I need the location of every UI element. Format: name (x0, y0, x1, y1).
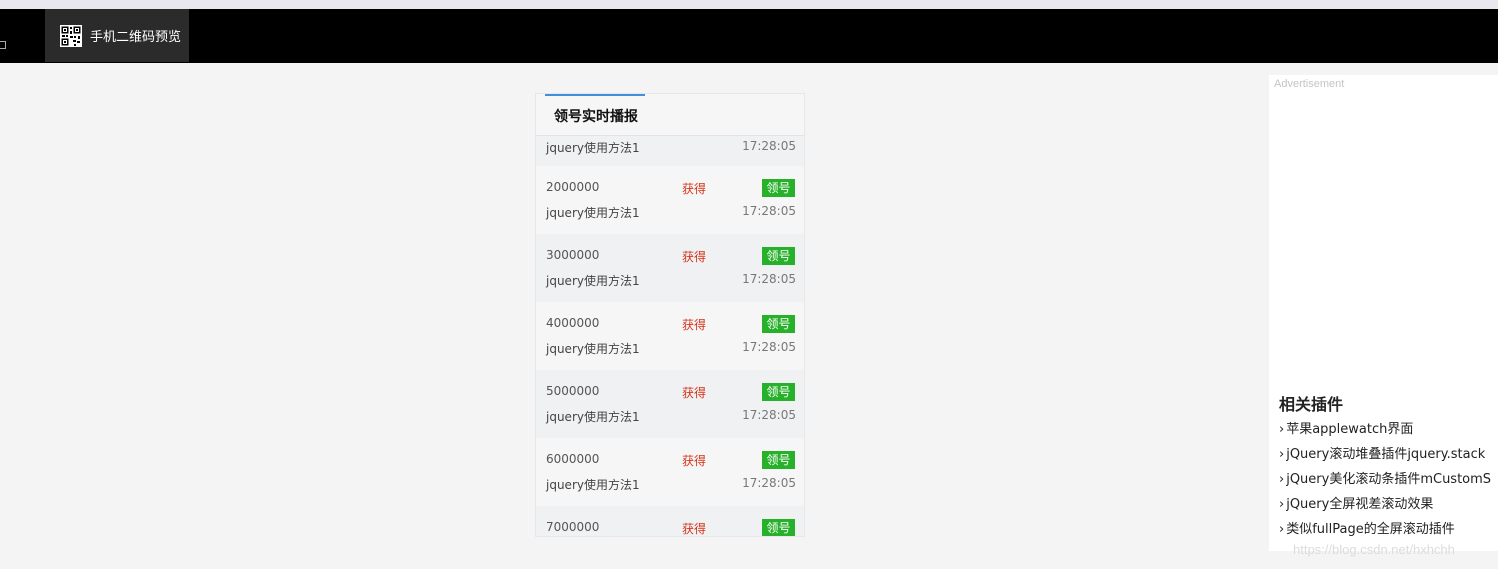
item-time: 17:28:05 (742, 139, 796, 153)
qr-preview-label: 手机二维码预览 (90, 30, 182, 45)
item-name: jquery使用方法1 (546, 206, 640, 220)
list-item: 7000000 获得 领号 (536, 506, 804, 536)
list-item: 5000000 获得 领号 jquery使用方法1 17:28:05 (536, 370, 804, 438)
sidebar: Advertisement 相关插件 › 苹果applewatch界面 › jQue… (1269, 75, 1498, 551)
related-plugin-link[interactable]: › 类似fullPage的全屏滚动插件 (1279, 518, 1491, 543)
item-time: 17:28:05 (742, 476, 796, 490)
top-toolbar: 手机二维码预览 (0, 9, 1498, 63)
related-plugin-link[interactable]: › 苹果applewatch界面 (1279, 418, 1491, 443)
item-name: jquery使用方法1 (546, 141, 640, 155)
claim-number-button[interactable]: 领号 (762, 247, 795, 265)
chevron-right-icon: › (1279, 422, 1285, 437)
chevron-right-icon: › (1279, 522, 1285, 537)
qr-preview-button[interactable]: 手机二维码预览 (45, 9, 189, 62)
chevron-right-icon: › (1279, 472, 1285, 487)
qr-code-icon (60, 24, 82, 47)
item-time: 17:28:05 (742, 272, 796, 286)
related-plugin-link[interactable]: › jQuery全屏视差滚动效果 (1279, 493, 1491, 518)
related-plugin-link[interactable]: › jQuery滚动堆叠插件jquery.stack (1279, 443, 1491, 468)
list-item: 6000000 获得 领号 jquery使用方法1 17:28:05 (536, 438, 804, 506)
chevron-right-icon: › (1279, 497, 1285, 512)
panel-title: 领号实时播报 (554, 109, 638, 125)
item-number: 7000000 (546, 520, 600, 534)
item-obtained-label: 获得 (682, 182, 707, 196)
item-number: 6000000 (546, 452, 600, 466)
item-name: jquery使用方法1 (546, 274, 640, 288)
item-name: jquery使用方法1 (546, 410, 640, 424)
window-edge-icon (0, 41, 6, 49)
item-time: 17:28:05 (742, 408, 796, 422)
item-obtained-label: 获得 (682, 318, 707, 332)
panel-header: 领号实时播报 (536, 94, 804, 136)
item-number: 2000000 (546, 180, 600, 194)
broadcast-list: jquery使用方法1 17:28:05 2000000 获得 领号 jquer… (536, 136, 804, 536)
item-obtained-label: 获得 (682, 250, 707, 264)
watermark: https://blog.csdn.net/hxhchh (1293, 542, 1455, 557)
related-plugin-label: jQuery美化滚动条插件mCustomS (1286, 472, 1492, 487)
live-broadcast-panel: 领号实时播报 jquery使用方法1 17:28:05 2000000 获得 领… (535, 93, 805, 537)
item-number: 5000000 (546, 384, 600, 398)
item-obtained-label: 获得 (682, 386, 707, 400)
related-plugin-label: jQuery全屏视差滚动效果 (1286, 497, 1434, 512)
related-plugins-list: › 苹果applewatch界面 › jQuery滚动堆叠插件jquery.stac… (1279, 418, 1491, 543)
list-item: 2000000 获得 领号 jquery使用方法1 17:28:05 (536, 166, 804, 234)
list-item: 4000000 获得 领号 jquery使用方法1 17:28:05 (536, 302, 804, 370)
advertisement-label: Advertisement (1274, 78, 1345, 90)
panel-tab-underline (545, 94, 645, 96)
item-time: 17:28:05 (742, 340, 796, 354)
related-plugin-link[interactable]: › jQuery美化滚动条插件mCustomS (1279, 468, 1491, 493)
item-obtained-label: 获得 (682, 454, 707, 468)
related-plugin-label: 类似fullPage的全屏滚动插件 (1286, 522, 1455, 537)
claim-number-button[interactable]: 领号 (762, 519, 795, 536)
item-number: 4000000 (546, 316, 600, 330)
claim-number-button[interactable]: 领号 (762, 451, 795, 469)
item-obtained-label: 获得 (682, 522, 707, 536)
chevron-right-icon: › (1279, 447, 1285, 462)
related-plugin-label: jQuery滚动堆叠插件jquery.stack (1286, 447, 1486, 462)
claim-number-button[interactable]: 领号 (762, 179, 795, 197)
list-item: 3000000 获得 领号 jquery使用方法1 17:28:05 (536, 234, 804, 302)
related-plugins-title: 相关插件 (1279, 395, 1344, 414)
item-number: 3000000 (546, 248, 600, 262)
related-plugin-label: 苹果applewatch界面 (1286, 422, 1414, 437)
item-time: 17:28:05 (742, 204, 796, 218)
item-name: jquery使用方法1 (546, 342, 640, 356)
item-name: jquery使用方法1 (546, 478, 640, 492)
list-item: jquery使用方法1 17:28:05 (536, 136, 804, 166)
claim-number-button[interactable]: 领号 (762, 383, 795, 401)
claim-number-button[interactable]: 领号 (762, 315, 795, 333)
